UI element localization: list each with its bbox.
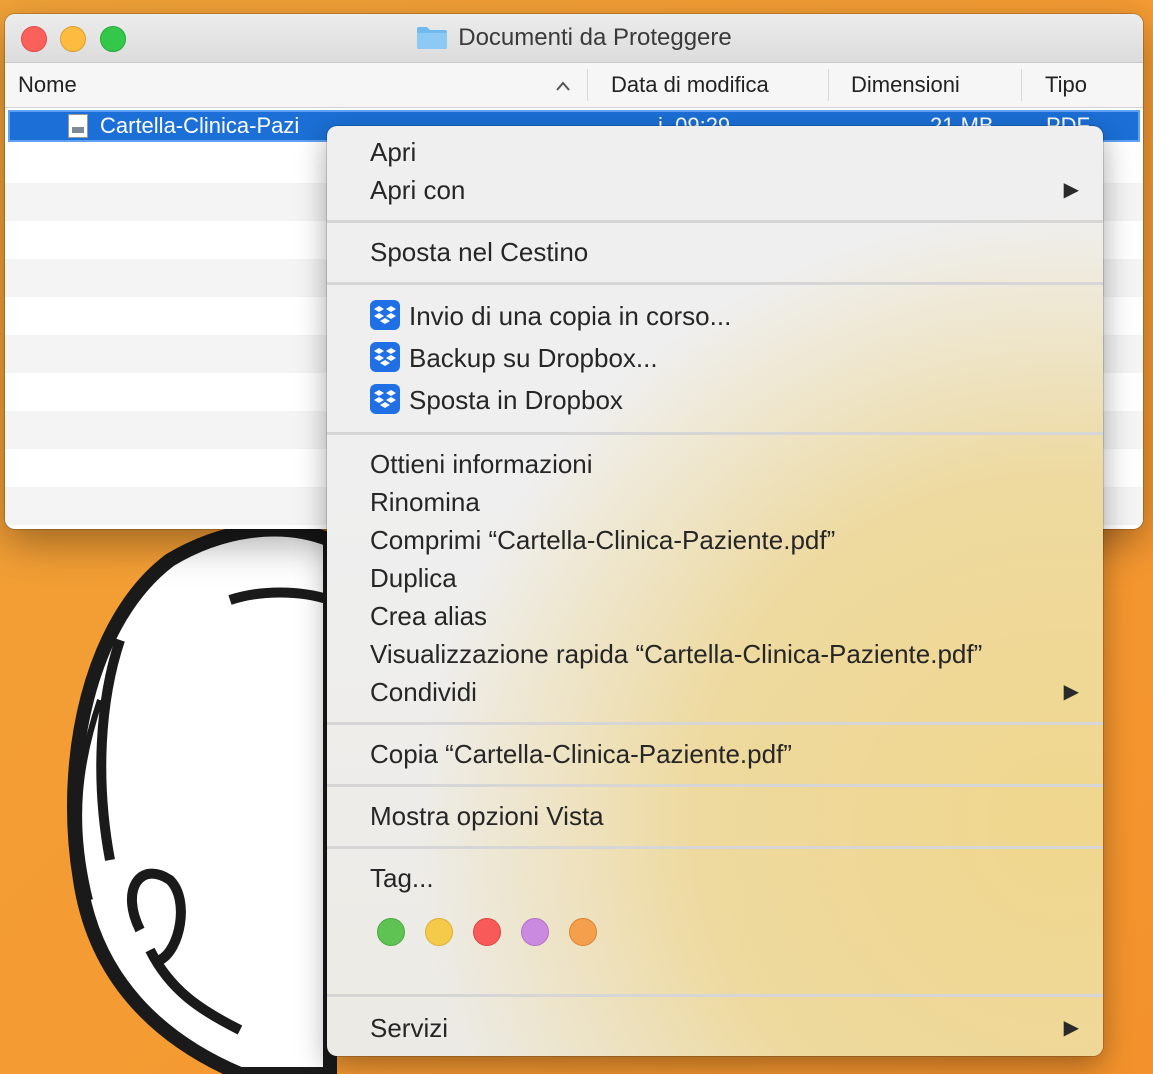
menu-separator <box>327 432 1103 435</box>
file-name: Cartella-Clinica-Pazi <box>100 113 300 138</box>
column-divider[interactable] <box>1021 69 1022 101</box>
menu-item-open[interactable]: Apri <box>370 133 416 171</box>
tag-yellow-button[interactable] <box>425 918 453 946</box>
submenu-arrow-icon: ▶ <box>1063 1017 1079 1039</box>
menu-item-quick-look[interactable]: Visualizzazione rapida “Cartella-Clinica… <box>370 635 982 673</box>
tag-red-button[interactable] <box>473 918 501 946</box>
tag-orange-button[interactable] <box>569 918 597 946</box>
menu-item-get-info[interactable]: Ottieni informazioni <box>370 445 593 483</box>
folder-icon <box>416 26 448 50</box>
menu-item-show-view-options[interactable]: Mostra opzioni Vista <box>370 797 604 835</box>
window-titlebar[interactable]: Documenti da Proteggere <box>5 14 1143 63</box>
menu-item-compress[interactable]: Comprimi “Cartella-Clinica-Paziente.pdf” <box>370 521 835 559</box>
menu-separator <box>327 722 1103 725</box>
menu-item-move-to-trash[interactable]: Sposta nel Cestino <box>370 233 588 271</box>
column-header: Nome Data di modifica Dimensioni Tipo <box>5 63 1143 108</box>
menu-item-dropbox-send-copy[interactable]: Invio di una copia in corso... <box>409 297 731 335</box>
column-size[interactable]: Dimensioni <box>851 63 960 107</box>
menu-item-rename[interactable]: Rinomina <box>370 483 480 521</box>
column-name[interactable]: Nome <box>18 63 77 107</box>
dropbox-icon <box>370 384 400 414</box>
column-date[interactable]: Data di modifica <box>611 63 769 107</box>
chevron-up-icon[interactable] <box>555 63 571 107</box>
menu-item-duplicate[interactable]: Duplica <box>370 559 457 597</box>
menu-separator <box>327 220 1103 223</box>
menu-item-dropbox-backup[interactable]: Backup su Dropbox... <box>409 339 658 377</box>
menu-item-make-alias[interactable]: Crea alias <box>370 597 487 635</box>
column-divider[interactable] <box>587 69 588 101</box>
menu-item-copy[interactable]: Copia “Cartella-Clinica-Paziente.pdf” <box>370 735 792 773</box>
menu-separator <box>327 282 1103 285</box>
menu-item-services[interactable]: Servizi <box>370 1009 448 1047</box>
window-title: Documenti da Proteggere <box>458 24 732 51</box>
menu-item-dropbox-move[interactable]: Sposta in Dropbox <box>409 381 623 419</box>
menu-item-share[interactable]: Condividi <box>370 673 477 711</box>
tag-purple-button[interactable] <box>521 918 549 946</box>
menu-separator <box>327 994 1103 997</box>
dropbox-icon <box>370 342 400 372</box>
context-menu: Apri Apri con ▶ Sposta nel Cestino Invio… <box>327 126 1103 1056</box>
dropbox-icon <box>370 300 400 330</box>
menu-item-open-with[interactable]: Apri con <box>370 171 465 209</box>
column-type[interactable]: Tipo <box>1045 63 1087 107</box>
tag-green-button[interactable] <box>377 918 405 946</box>
menu-separator <box>327 846 1103 849</box>
submenu-arrow-icon: ▶ <box>1063 681 1079 703</box>
menu-separator <box>327 784 1103 787</box>
pdf-file-icon <box>68 114 88 138</box>
menu-item-tags[interactable]: Tag... <box>370 859 434 897</box>
submenu-arrow-icon: ▶ <box>1063 179 1079 201</box>
column-divider[interactable] <box>828 69 829 101</box>
